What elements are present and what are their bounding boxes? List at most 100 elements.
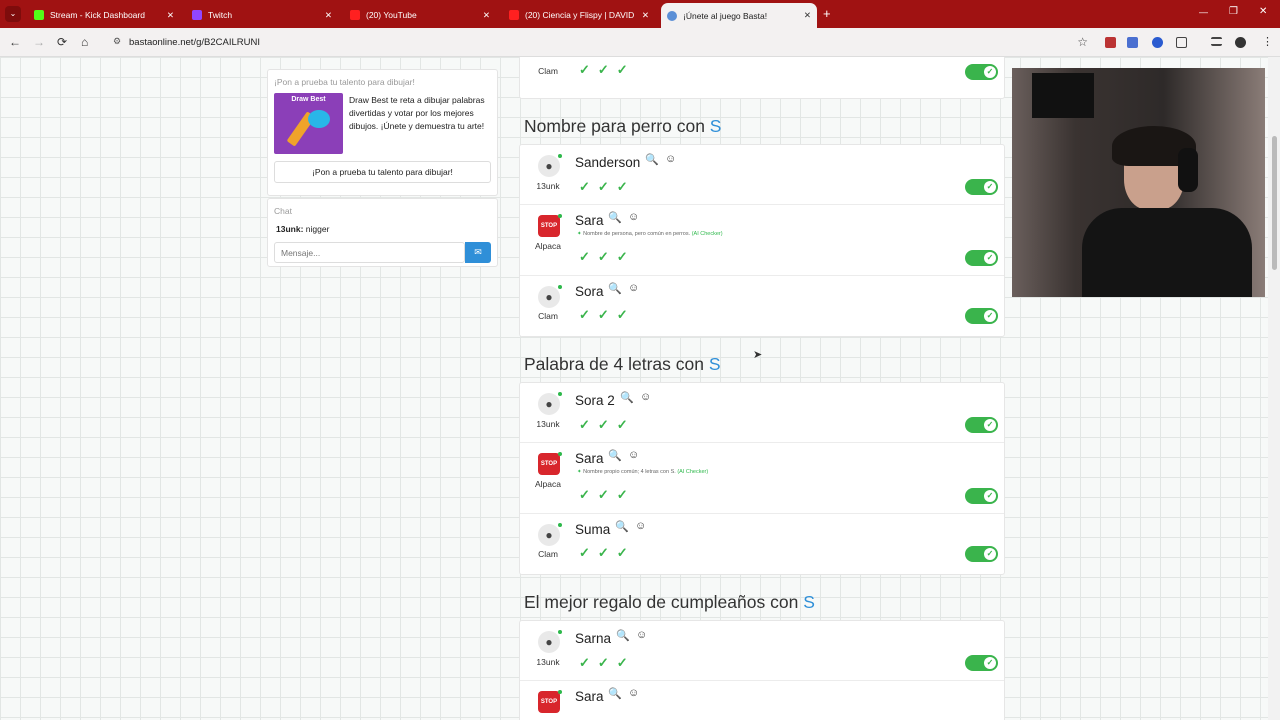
valid-toggle[interactable]: ✓ [965, 64, 998, 80]
close-icon[interactable]: ✕ [159, 10, 174, 21]
chat-message-input[interactable] [274, 242, 465, 263]
promo-header: ¡Pon a prueba tu talento para dibujar! [274, 77, 415, 87]
emoji-react-icon[interactable]: ☺ [628, 211, 639, 223]
emoji-react-icon[interactable]: ☺ [665, 153, 676, 165]
stop-avatar-icon: STOP [538, 691, 560, 713]
stop-avatar-icon: STOP [538, 215, 560, 237]
emoji-react-icon[interactable]: ☺ [628, 282, 639, 294]
valid-toggle[interactable]: ✓ [965, 308, 998, 324]
back-button[interactable]: ← [9, 35, 21, 49]
new-tab-button[interactable]: + [823, 6, 831, 21]
profile-avatar[interactable] [1235, 37, 1246, 48]
user-avatar-icon: ● [538, 286, 560, 308]
extension-icon[interactable] [1105, 37, 1116, 48]
answer-card: ● 13unk Sora 2 🔍 ☺ ✓✓✓ ✓ STOP Alpaca Sar… [519, 382, 1005, 575]
category-title: Palabra de 4 letras con S [524, 354, 721, 374]
category-title: El mejor regalo de cumpleaños con S [524, 592, 815, 612]
valid-toggle[interactable]: ✓ [965, 546, 998, 562]
draw-best-image[interactable]: Draw Best [274, 93, 343, 154]
player-name: 13unk [536, 419, 560, 429]
tab-youtube[interactable]: (20) YouTube ✕ [344, 4, 496, 26]
answer-word: Sara [575, 451, 604, 466]
answer-row: STOP Alpaca Sara 🔍 ☺ ✦ Nombre de persona… [520, 205, 1004, 276]
search-icon[interactable]: 🔍 [615, 520, 629, 533]
vote-checks[interactable]: ✓✓✓ [579, 417, 636, 433]
answer-row: ● 13unk Sora 2 🔍 ☺ ✓✓✓ ✓ [520, 383, 1004, 443]
emoji-react-icon[interactable]: ☺ [640, 391, 651, 403]
emoji-react-icon[interactable]: ☺ [628, 449, 639, 461]
user-avatar-icon: ● [538, 155, 560, 177]
category-letter: S [803, 592, 815, 612]
bookmark-star-icon[interactable]: ☆ [1077, 35, 1088, 49]
valid-toggle[interactable]: ✓ [965, 488, 998, 504]
tab-search-button[interactable]: ⌄ [5, 6, 21, 22]
puzzle-extensions-icon[interactable] [1176, 37, 1187, 48]
tab-youtube-video[interactable]: (20) Ciencia y Flispy | DAVID SU✕ [503, 4, 655, 26]
scrollbar-thumb[interactable] [1272, 136, 1277, 270]
url-text: bastaonline.net/g/B2CAILRUNI [129, 37, 260, 48]
vote-checks[interactable]: ✓✓✓ [579, 655, 636, 671]
home-button[interactable]: ⌂ [81, 35, 88, 49]
player-name: Clam [538, 549, 558, 559]
media-controls-icon[interactable] [1211, 37, 1222, 46]
answer-word: Sara [575, 213, 604, 228]
valid-toggle[interactable]: ✓ [965, 417, 998, 433]
valid-toggle[interactable]: ✓ [965, 179, 998, 195]
search-icon[interactable]: 🔍 [620, 391, 634, 404]
chat-send-button[interactable]: ✉ [465, 242, 491, 263]
vote-checks[interactable]: ✓✓✓ [579, 545, 636, 561]
valid-toggle[interactable]: ✓ [965, 250, 998, 266]
close-icon[interactable]: ✕ [317, 10, 332, 21]
emoji-react-icon[interactable]: ☺ [636, 629, 647, 641]
window-close-button[interactable]: ✕ [1259, 6, 1267, 17]
mouse-cursor-icon: ➤ [753, 349, 763, 361]
close-icon[interactable]: ✕ [796, 10, 811, 21]
emoji-react-icon[interactable]: ☺ [628, 687, 639, 699]
online-indicator [558, 630, 562, 634]
tab-twitch[interactable]: Twitch ✕ [186, 4, 338, 26]
translate-extension-icon[interactable] [1127, 37, 1138, 48]
answer-row: ● Clam Suma 🔍 ☺ ✓✓✓ ✓ [520, 514, 1004, 574]
menu-kebab-icon[interactable]: ⋮ [1262, 35, 1273, 48]
search-icon[interactable]: 🔍 [616, 629, 630, 642]
site-info-icon[interactable]: ⚙ [113, 36, 121, 47]
chat-panel: Chat 13unk: nigger ✉ [267, 198, 498, 267]
search-icon[interactable]: 🔍 [608, 449, 622, 462]
search-icon[interactable]: 🔍 [608, 282, 622, 295]
tab-basta[interactable]: ¡Únete al juego Basta! ✕ [661, 3, 817, 28]
player-name: Clam [538, 66, 558, 76]
answer-word: Sarna [575, 631, 612, 646]
answer-row: STOP Alpaca Sara 🔍 ☺ ✦ Nombre propio com… [520, 443, 1004, 514]
restore-button[interactable]: ❐ [1229, 6, 1238, 17]
reload-button[interactable]: ⟳ [57, 35, 67, 49]
vote-checks[interactable]: ✓✓✓ [579, 249, 636, 265]
vote-checks[interactable]: ✓✓✓ [579, 179, 636, 195]
close-icon[interactable]: ✕ [634, 10, 649, 21]
close-icon[interactable]: ✕ [475, 10, 490, 21]
user-avatar-icon: ● [538, 393, 560, 415]
answer-word: Sanderson [575, 155, 641, 170]
chat-username: 13unk: [276, 224, 304, 234]
vote-checks[interactable]: ✓✓✓ [579, 62, 636, 78]
valid-toggle[interactable]: ✓ [965, 655, 998, 671]
sparkle-icon: ✦ [577, 231, 582, 237]
youtube-icon [509, 10, 519, 20]
minimize-button[interactable]: — [1199, 7, 1208, 17]
player-name: Alpaca [535, 241, 561, 251]
tab-kick[interactable]: Stream - Kick Dashboard ✕ [28, 4, 180, 26]
vote-checks[interactable]: ✓✓✓ [579, 307, 636, 323]
webcam-overlay [1012, 68, 1265, 297]
url-bar[interactable]: ⚙ bastaonline.net/g/B2CAILRUNI ☆ [106, 32, 1096, 53]
category-letter: S [708, 354, 721, 374]
promo-button[interactable]: ¡Pon a prueba tu talento para dibujar! [274, 161, 491, 183]
shield-extension-icon[interactable] [1152, 37, 1163, 48]
search-icon[interactable]: 🔍 [608, 211, 622, 224]
forward-button[interactable]: → [33, 35, 45, 49]
user-avatar-icon: ● [538, 524, 560, 546]
send-icon: ✉ [474, 247, 482, 257]
emoji-react-icon[interactable]: ☺ [635, 520, 646, 532]
search-icon[interactable]: 🔍 [608, 687, 622, 700]
vote-checks[interactable]: ✓✓✓ [579, 487, 636, 503]
answer-row: ● 13unk Sanderson 🔍 ☺ ✓✓✓ ✓ [520, 145, 1004, 205]
search-icon[interactable]: 🔍 [645, 153, 659, 166]
